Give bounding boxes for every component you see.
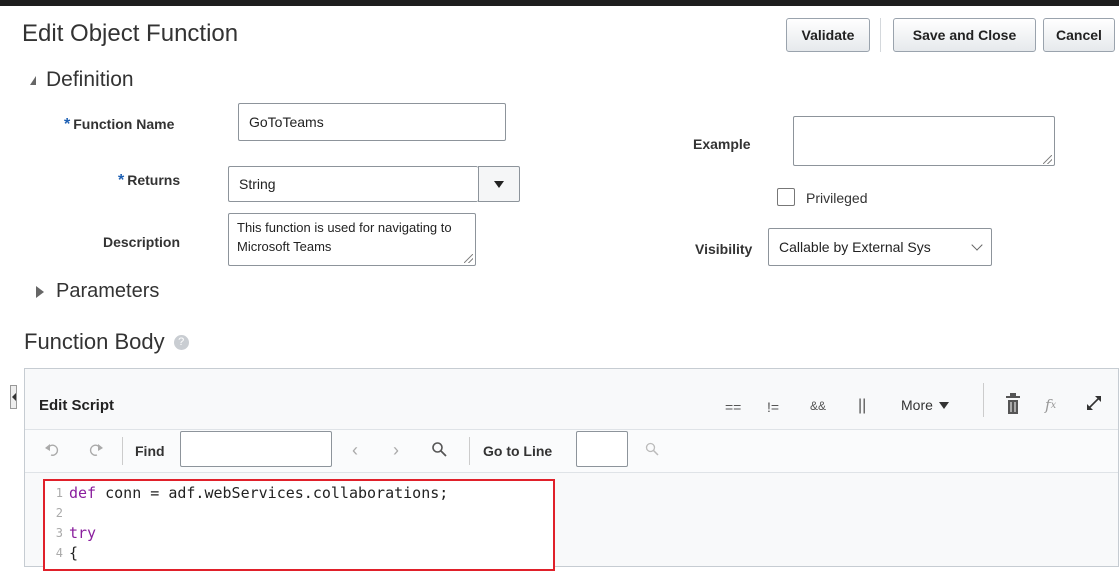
top-bar — [0, 0, 1119, 6]
find-previous-icon[interactable]: ‹ — [352, 440, 358, 461]
line-number: 1 — [55, 486, 63, 500]
resize-handle-icon[interactable] — [464, 254, 473, 263]
function-body-header: Function Body ? — [24, 329, 189, 355]
find-next-icon[interactable]: › — [393, 440, 399, 461]
visibility-value: Callable by External Sys — [779, 239, 931, 255]
visibility-select[interactable]: Callable by External Sys — [768, 228, 992, 266]
toolbar-divider — [983, 383, 984, 417]
privileged-label: Privileged — [806, 190, 868, 206]
toolbar-divider — [469, 437, 470, 465]
function-name-label: * Function Name — [64, 116, 175, 133]
example-textarea[interactable] — [793, 116, 1055, 166]
description-text: This function is used for navigating to … — [237, 220, 452, 254]
returns-label: * Returns — [118, 172, 181, 189]
required-asterisk: * — [64, 116, 71, 133]
operator-not-equal-button[interactable]: != — [767, 399, 779, 415]
function-fx-icon[interactable]: fx — [1045, 396, 1056, 414]
undo-icon[interactable] — [45, 443, 61, 457]
code-text: { — [69, 544, 79, 562]
collapse-triangle-icon — [30, 75, 36, 85]
expand-icon[interactable] — [1085, 394, 1103, 412]
resize-handle-icon[interactable] — [1043, 155, 1052, 164]
visibility-label: Visibility — [695, 241, 753, 257]
returns-dropdown-button[interactable] — [478, 166, 520, 202]
toolbar-divider — [122, 437, 123, 465]
function-name-input[interactable]: GoToTeams — [238, 103, 506, 141]
trash-icon[interactable] — [1005, 393, 1021, 415]
operator-equal-button[interactable]: == — [725, 399, 741, 415]
required-asterisk: * — [118, 172, 125, 189]
code-editor-area[interactable]: 1 def conn = adf.webServices.collaborati… — [43, 479, 555, 571]
collapse-left-icon — [12, 393, 16, 401]
line-number: 2 — [55, 506, 63, 520]
search-icon[interactable] — [431, 441, 447, 457]
go-to-line-input[interactable] — [576, 431, 628, 467]
more-menu-button[interactable]: More — [901, 397, 949, 413]
help-icon[interactable]: ? — [173, 334, 189, 350]
code-text: def conn = adf.webServices.collaboration… — [69, 484, 449, 502]
cancel-button[interactable]: Cancel — [1043, 18, 1115, 52]
panel-splitter-handle[interactable] — [10, 385, 17, 409]
script-editor: Edit Script == != && || More fx Find ‹ ›… — [24, 368, 1119, 571]
toolbar-divider — [880, 18, 881, 52]
operator-and-button[interactable]: && — [810, 399, 826, 413]
redo-icon[interactable] — [87, 443, 103, 457]
parameters-section-header[interactable]: Parameters — [36, 280, 159, 303]
returns-select[interactable]: String — [228, 166, 478, 202]
code-line: 4 { — [45, 543, 78, 563]
function-body-title: Function Body — [24, 329, 165, 354]
chevron-down-icon — [971, 239, 983, 251]
page-title: Edit Object Function — [22, 20, 239, 47]
validate-button[interactable]: Validate — [786, 18, 870, 52]
save-and-close-button[interactable]: Save and Close — [893, 18, 1036, 52]
definition-section-label: Definition — [46, 68, 134, 91]
line-number: 3 — [55, 526, 63, 540]
description-textarea[interactable]: This function is used for navigating to … — [228, 213, 476, 266]
description-label: Description — [103, 234, 181, 250]
code-line: 1 def conn = adf.webServices.collaborati… — [45, 483, 449, 503]
parameters-section-label: Parameters — [56, 280, 160, 302]
code-line: 2 — [45, 503, 69, 523]
expand-triangle-icon — [36, 285, 44, 298]
go-to-line-label: Go to Line — [483, 443, 553, 459]
dropdown-triangle-icon — [494, 180, 504, 188]
line-number: 4 — [55, 546, 63, 560]
find-input[interactable] — [180, 431, 332, 467]
dropdown-triangle-icon — [938, 401, 949, 409]
code-line: 3 try — [45, 523, 96, 543]
code-text: try — [69, 524, 97, 542]
edit-script-title: Edit Script — [39, 397, 115, 414]
more-label: More — [901, 397, 933, 413]
find-label: Find — [135, 443, 165, 459]
privileged-checkbox[interactable] — [777, 188, 795, 206]
operator-or-button[interactable]: || — [858, 397, 866, 415]
search-icon[interactable] — [645, 442, 659, 456]
definition-section-header[interactable]: Definition — [30, 68, 134, 92]
example-label: Example — [693, 136, 751, 152]
